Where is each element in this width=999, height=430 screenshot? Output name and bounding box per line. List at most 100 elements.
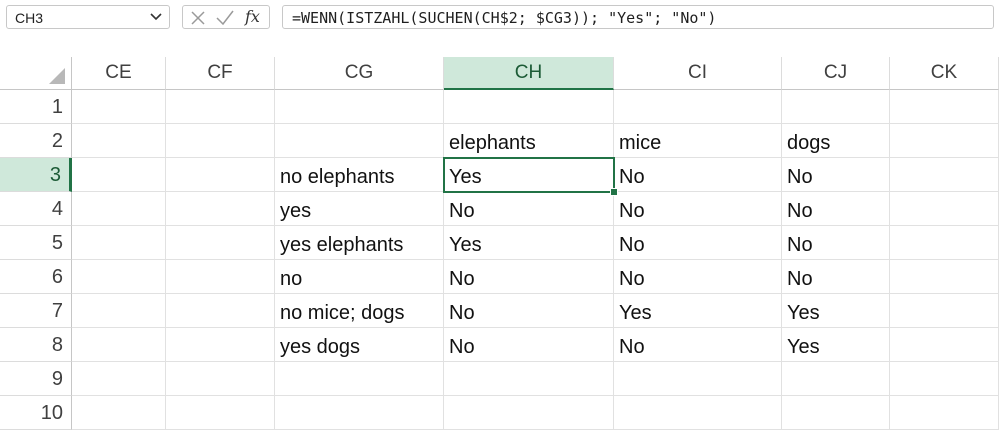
- cell-cf9[interactable]: [166, 362, 275, 396]
- cell-ck10[interactable]: [890, 396, 999, 430]
- cell-cj7[interactable]: Yes: [782, 294, 890, 328]
- cell-ck8[interactable]: [890, 328, 999, 362]
- cell-ch10[interactable]: [444, 396, 614, 430]
- name-box[interactable]: CH3: [6, 5, 170, 29]
- cell-cg4[interactable]: yes: [275, 192, 444, 226]
- row-header-1[interactable]: 1: [0, 90, 72, 124]
- cell-cf1[interactable]: [166, 90, 275, 124]
- cell-cf5[interactable]: [166, 226, 275, 260]
- column-header-ck[interactable]: CK: [890, 57, 999, 90]
- cell-cj9[interactable]: [782, 362, 890, 396]
- cell-ch4[interactable]: No: [444, 192, 614, 226]
- cell-cj6[interactable]: No: [782, 260, 890, 294]
- cell-cf7[interactable]: [166, 294, 275, 328]
- cell-ch6[interactable]: No: [444, 260, 614, 294]
- cell-cg8[interactable]: yes dogs: [275, 328, 444, 362]
- cell-cg9[interactable]: [275, 362, 444, 396]
- cell-ce7[interactable]: [72, 294, 166, 328]
- column-header-cg[interactable]: CG: [275, 57, 444, 90]
- cell-ck7[interactable]: [890, 294, 999, 328]
- cell-value: elephants: [449, 132, 536, 154]
- cell-cg1[interactable]: [275, 90, 444, 124]
- cell-cg10[interactable]: [275, 396, 444, 430]
- cell-ci3[interactable]: No: [614, 158, 782, 192]
- chevron-down-icon[interactable]: [149, 8, 163, 26]
- cell-ch9[interactable]: [444, 362, 614, 396]
- cell-ci5[interactable]: No: [614, 226, 782, 260]
- x-icon[interactable]: [189, 9, 207, 27]
- cell-ce5[interactable]: [72, 226, 166, 260]
- column-header-ce[interactable]: CE: [72, 57, 166, 90]
- cell-cf3[interactable]: [166, 158, 275, 192]
- cell-cj8[interactable]: Yes: [782, 328, 890, 362]
- cell-ch1[interactable]: [444, 90, 614, 124]
- row-header-4[interactable]: 4: [0, 192, 72, 226]
- cell-ce4[interactable]: [72, 192, 166, 226]
- cell-value: No: [787, 234, 813, 256]
- select-all-corner[interactable]: [0, 57, 72, 90]
- cell-value: Yes: [787, 302, 820, 324]
- cell-ci4[interactable]: No: [614, 192, 782, 226]
- row-header-6[interactable]: 6: [0, 260, 72, 294]
- cell-ci2[interactable]: mice: [614, 124, 782, 158]
- cell-cg7[interactable]: no mice; dogs: [275, 294, 444, 328]
- cell-ck1[interactable]: [890, 90, 999, 124]
- row-header-8[interactable]: 8: [0, 328, 72, 362]
- cell-ci6[interactable]: No: [614, 260, 782, 294]
- cell-ch5[interactable]: Yes: [444, 226, 614, 260]
- cell-cf6[interactable]: [166, 260, 275, 294]
- cell-cj1[interactable]: [782, 90, 890, 124]
- insert-function-button[interactable]: fx: [245, 7, 260, 26]
- column-header-cj[interactable]: CJ: [782, 57, 890, 90]
- cell-ci10[interactable]: [614, 396, 782, 430]
- cell-cj2[interactable]: dogs: [782, 124, 890, 158]
- formula-controls: fx: [182, 5, 270, 29]
- cell-cf10[interactable]: [166, 396, 275, 430]
- cell-cj10[interactable]: [782, 396, 890, 430]
- cell-ch8[interactable]: No: [444, 328, 614, 362]
- formula-input[interactable]: =WENN(ISTZAHL(SUCHEN(CH$2; $CG3)); "Yes"…: [282, 5, 994, 29]
- cell-ck2[interactable]: [890, 124, 999, 158]
- cell-ci1[interactable]: [614, 90, 782, 124]
- cell-ch2[interactable]: elephants: [444, 124, 614, 158]
- column-header-cf[interactable]: CF: [166, 57, 275, 90]
- column-header-ch[interactable]: CH: [444, 57, 614, 90]
- cell-ci9[interactable]: [614, 362, 782, 396]
- cell-cf8[interactable]: [166, 328, 275, 362]
- cell-ce6[interactable]: [72, 260, 166, 294]
- cell-cg6[interactable]: no: [275, 260, 444, 294]
- cell-cg5[interactable]: yes elephants: [275, 226, 444, 260]
- cell-ci7[interactable]: Yes: [614, 294, 782, 328]
- cell-ce9[interactable]: [72, 362, 166, 396]
- cell-ce10[interactable]: [72, 396, 166, 430]
- row-header-7[interactable]: 7: [0, 294, 72, 328]
- cell-cj5[interactable]: No: [782, 226, 890, 260]
- cell-ck9[interactable]: [890, 362, 999, 396]
- row-header-3[interactable]: 3: [0, 158, 72, 192]
- cell-ck5[interactable]: [890, 226, 999, 260]
- cell-cf2[interactable]: [166, 124, 275, 158]
- fill-handle[interactable]: [610, 188, 618, 196]
- cell-cf4[interactable]: [166, 192, 275, 226]
- cell-ce2[interactable]: [72, 124, 166, 158]
- cell-ce1[interactable]: [72, 90, 166, 124]
- cell-cg3[interactable]: no elephants: [275, 158, 444, 192]
- cell-ce8[interactable]: [72, 328, 166, 362]
- cell-cj4[interactable]: No: [782, 192, 890, 226]
- checkmark-icon[interactable]: [215, 9, 235, 27]
- cell-ck6[interactable]: [890, 260, 999, 294]
- column-header-ci[interactable]: CI: [614, 57, 782, 90]
- cell-value: No: [619, 234, 645, 256]
- row-header-2[interactable]: 2: [0, 124, 72, 158]
- cell-ck4[interactable]: [890, 192, 999, 226]
- row-header-5[interactable]: 5: [0, 226, 72, 260]
- cell-ch7[interactable]: No: [444, 294, 614, 328]
- row-header-9[interactable]: 9: [0, 362, 72, 396]
- row-header-10[interactable]: 10: [0, 396, 72, 430]
- cell-ch3[interactable]: Yes: [444, 158, 614, 192]
- cell-ck3[interactable]: [890, 158, 999, 192]
- cell-ce3[interactable]: [72, 158, 166, 192]
- cell-ci8[interactable]: No: [614, 328, 782, 362]
- cell-cg2[interactable]: [275, 124, 444, 158]
- cell-cj3[interactable]: No: [782, 158, 890, 192]
